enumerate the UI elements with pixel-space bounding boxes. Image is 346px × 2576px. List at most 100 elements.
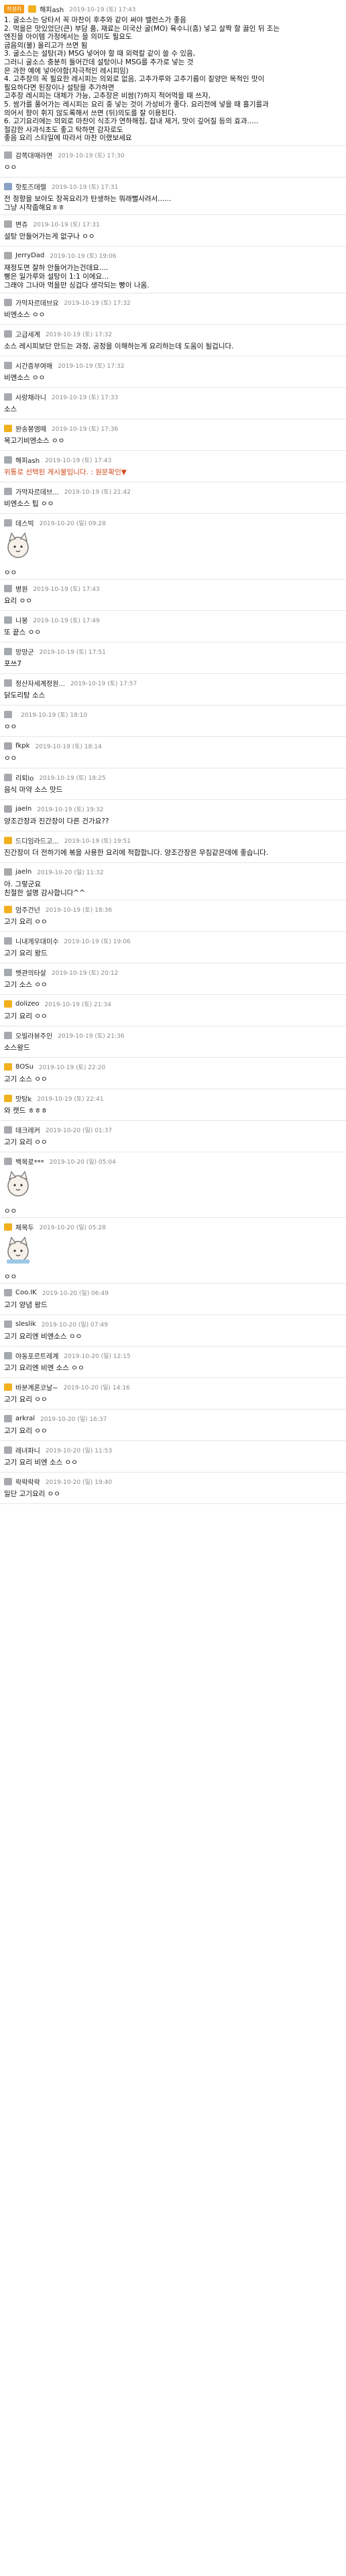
- comment-text: 고기 요리 비엔 소스 ㅇㅇ: [4, 1459, 342, 1467]
- comment-date: 2019-10-19 (토) 17:33: [52, 394, 119, 401]
- comment-nickname[interactable]: 바분계론코날~: [15, 1382, 58, 1392]
- comment-header: 락락락락 2019-10-20 (일) 19:40: [4, 1477, 342, 1487]
- comment-nickname[interactable]: 백목로***: [15, 1156, 44, 1166]
- comment-header: 백목로*** 2019-10-20 (일) 05:04: [4, 1156, 342, 1166]
- comment-date: 2019-10-19 (토) 19:06: [64, 938, 131, 945]
- user-level-icon: [4, 1351, 12, 1359]
- comment-line: 닭도리탕 소스: [4, 691, 46, 699]
- comment-date: 2019-10-19 (토) 18:10: [21, 711, 88, 719]
- comment-nickname[interactable]: 정산자세계정원...: [15, 678, 65, 688]
- user-level-icon: [4, 1320, 12, 1328]
- comment-nickname[interactable]: jaeln: [15, 868, 32, 876]
- comment-text: 목고기비엔소스 ㅇㅇ: [4, 437, 342, 446]
- comment-text: 소스왕드: [4, 1044, 342, 1053]
- comment-nickname[interactable]: 니봉: [15, 615, 27, 625]
- comment-nickname[interactable]: 고급세계: [15, 329, 40, 339]
- user-level-icon: [4, 456, 12, 464]
- comment-item: 가막자르데브... 2019-10-19 (토) 21:42 비엔소스 팁 ㅇㅇ: [0, 482, 346, 514]
- comment-header: 핫토즈데렐 2019-10-19 (토) 17:31: [4, 182, 342, 192]
- comment-nickname[interactable]: fkpk: [15, 742, 30, 750]
- comment-nickname[interactable]: 해피ash: [15, 455, 40, 465]
- comment-line: 음식 마약 소스 맛드: [4, 786, 63, 794]
- comment-date: 2019-10-20 (일) 09:28: [39, 520, 106, 527]
- comment-header: 완송봉엠떼 2019-10-19 (토) 17:36: [4, 423, 342, 433]
- comment-text: 고기 소스 ㅇㅇ: [4, 981, 342, 990]
- comment-text[interactable]: 위통로 선택된 게시물입니다. : 원문확인▼: [4, 468, 342, 477]
- comment-date: 2019-10-19 (토) 17:36: [52, 425, 119, 433]
- comment-header: 맛탕k 2019-10-19 (토) 22:41: [4, 1093, 342, 1103]
- comment-line: 고기 요리엔 비엔 소스 ㅇㅇ: [4, 1364, 84, 1372]
- comment-nickname[interactable]: 오빌라뷰주인: [15, 1030, 52, 1040]
- user-level-icon: [4, 805, 12, 813]
- comment-item: 해피ash 2019-10-19 (토) 17:43 위통로 선택된 게시물입니다.…: [0, 451, 346, 482]
- comment-text: 고기 요리 ㅇㅇ: [4, 918, 342, 927]
- comment-header: 사랑채라니 2019-10-19 (토) 17:33: [4, 392, 342, 402]
- comment-header: 2019-10-19 (토) 18:10: [4, 709, 342, 719]
- comment-item: dolizeo 2019-10-19 (토) 21:34 고기 요리 ㅇㅇ: [0, 995, 346, 1026]
- comment-nickname[interactable]: 핫토즈데렐: [15, 182, 46, 192]
- comment-nickname[interactable]: 망망군: [15, 647, 34, 657]
- comment-nickname[interactable]: 변쥬: [15, 219, 27, 229]
- comment-line: 4. 고추장의 꼭 필요한 레시피는 의외로 없음, 고추가루와 고추기름이 짙…: [4, 75, 265, 84]
- comment-line: 양조간장과 진간장이 다른 건가요??: [4, 817, 109, 825]
- comment-nickname[interactable]: 락락락락: [15, 1477, 40, 1487]
- comment-line: 목고기비엔소스 ㅇㅇ: [4, 437, 65, 445]
- comment-item: 가막자르데브요 2019-10-19 (토) 17:32 비엔소스 ㅇㅇ: [0, 293, 346, 325]
- comment-text: 고기 요리 ㅇㅇ: [4, 1012, 342, 1021]
- comment-nickname[interactable]: 병원: [15, 584, 27, 594]
- comment-nickname[interactable]: dolizeo: [15, 1000, 40, 1008]
- comment-nickname[interactable]: 데스빅: [15, 518, 34, 528]
- comment-nickname[interactable]: 드디임라드고...: [15, 835, 59, 845]
- comment-header: 가막자르데브요 2019-10-19 (토) 17:32: [4, 297, 342, 308]
- comment-item: Coo.IK 2019-10-20 (일) 06:49 고기 양념 왕드: [0, 1284, 346, 1315]
- comment-text: 전 정향을 보아도 장꼭요리가 탄생하는 뭐래뻘사려서...... 그냥 시작줍해…: [4, 195, 342, 212]
- user-level-icon: [4, 836, 12, 844]
- comment-item: 정산자세계정원... 2019-10-19 (토) 17:57 닭도리탕 소스: [0, 674, 346, 705]
- comment-item: 드디임라드고... 2019-10-19 (토) 19:51 진간장이 더 전하기에…: [0, 831, 346, 863]
- comment-line: 빵은 일가루와 설탕이 1:1 이에요...: [4, 273, 109, 281]
- comment-nickname[interactable]: 감쪽대매라면: [15, 150, 52, 160]
- comment-text: 비엔소스 ㅇㅇ: [4, 311, 342, 320]
- comment-text: ㅇㅇ: [4, 723, 342, 732]
- comment-nickname[interactable]: sleslik: [15, 1320, 36, 1328]
- comment-nickname[interactable]: jaeln: [15, 805, 32, 813]
- comment-nickname[interactable]: 체목두: [15, 1222, 34, 1232]
- comment-date: 2019-10-20 (일) 11:32: [37, 869, 104, 876]
- comment-nickname[interactable]: JerryDad: [15, 252, 44, 259]
- comment-line: 요리 ㅇㅇ: [4, 597, 32, 605]
- comment-nickname[interactable]: 가막자르데브요: [15, 297, 58, 308]
- comment-header: 체목두 2019-10-20 (일) 05:28: [4, 1222, 342, 1232]
- comment-line: 굽음의(물) 올리고가 쓰면 됨: [4, 41, 88, 50]
- comment-line: 고기 요리 비엔 소스 ㅇㅇ: [4, 1459, 78, 1467]
- comment-nickname[interactable]: Coo.IK: [15, 1289, 37, 1296]
- comment-line: 그래야 그나마 먹을만 싱겁다 생각되는 빵이 나옴.: [4, 281, 150, 289]
- comment-nickname[interactable]: 데크레커: [15, 1125, 40, 1135]
- comment-line: 소스 레시피보단 만드는 과정, 공정을 이해하는게 요리하는데 도움이 될겁니…: [4, 342, 234, 350]
- comment-line: 필요하다면 된장이나 설탕을 추가하면: [4, 83, 115, 92]
- comment-date: 2019-10-19 (토) 22:41: [37, 1095, 104, 1103]
- comment-nickname[interactable]: 레녀파니: [15, 1445, 40, 1455]
- comment-text: ㅇㅇ: [4, 754, 342, 763]
- comment-nickname[interactable]: 야동포르트레계: [15, 1351, 58, 1361]
- comment-header: 바분계론코날~ 2019-10-20 (일) 14:16: [4, 1382, 342, 1392]
- comment-line: 고기 요리 ㅇㅇ: [4, 1138, 48, 1146]
- comment-item: 데스빅 2019-10-20 (일) 09:28 ㅇㅇ: [0, 514, 346, 580]
- comment-nickname[interactable]: 사랑채라니: [15, 392, 46, 402]
- comment-nickname[interactable]: 벳관의타살: [15, 967, 46, 977]
- comment-nickname[interactable]: 해피ash: [40, 4, 64, 14]
- comment-nickname[interactable]: 니내게우대미수: [15, 936, 58, 946]
- comment-nickname[interactable]: 시간증부여매: [15, 360, 52, 370]
- comment-nickname[interactable]: 리퇴lo: [15, 772, 34, 783]
- comment-nickname[interactable]: arkral: [15, 1415, 35, 1422]
- comment-item: 바분계론코날~ 2019-10-20 (일) 14:16 고기 요리 ㅇㅇ: [0, 1378, 346, 1410]
- comment-nickname[interactable]: 가막자르데브...: [15, 486, 59, 496]
- comment-nickname[interactable]: 8OSu: [15, 1063, 34, 1071]
- comment-nickname[interactable]: 맛탕k: [15, 1093, 32, 1103]
- comment-date: 2019-10-20 (일) 16:37: [40, 1416, 107, 1423]
- comment-line: 비엔소스 팁 ㅇㅇ: [4, 500, 54, 508]
- user-level-icon: [4, 905, 12, 913]
- comment-nickname[interactable]: 엄주건넌: [15, 904, 40, 914]
- comment-nickname[interactable]: 완송봉엠떼: [15, 423, 46, 433]
- comment-header: 정산자세계정원... 2019-10-19 (토) 17:57: [4, 678, 342, 688]
- comment-text: 소스: [4, 405, 342, 414]
